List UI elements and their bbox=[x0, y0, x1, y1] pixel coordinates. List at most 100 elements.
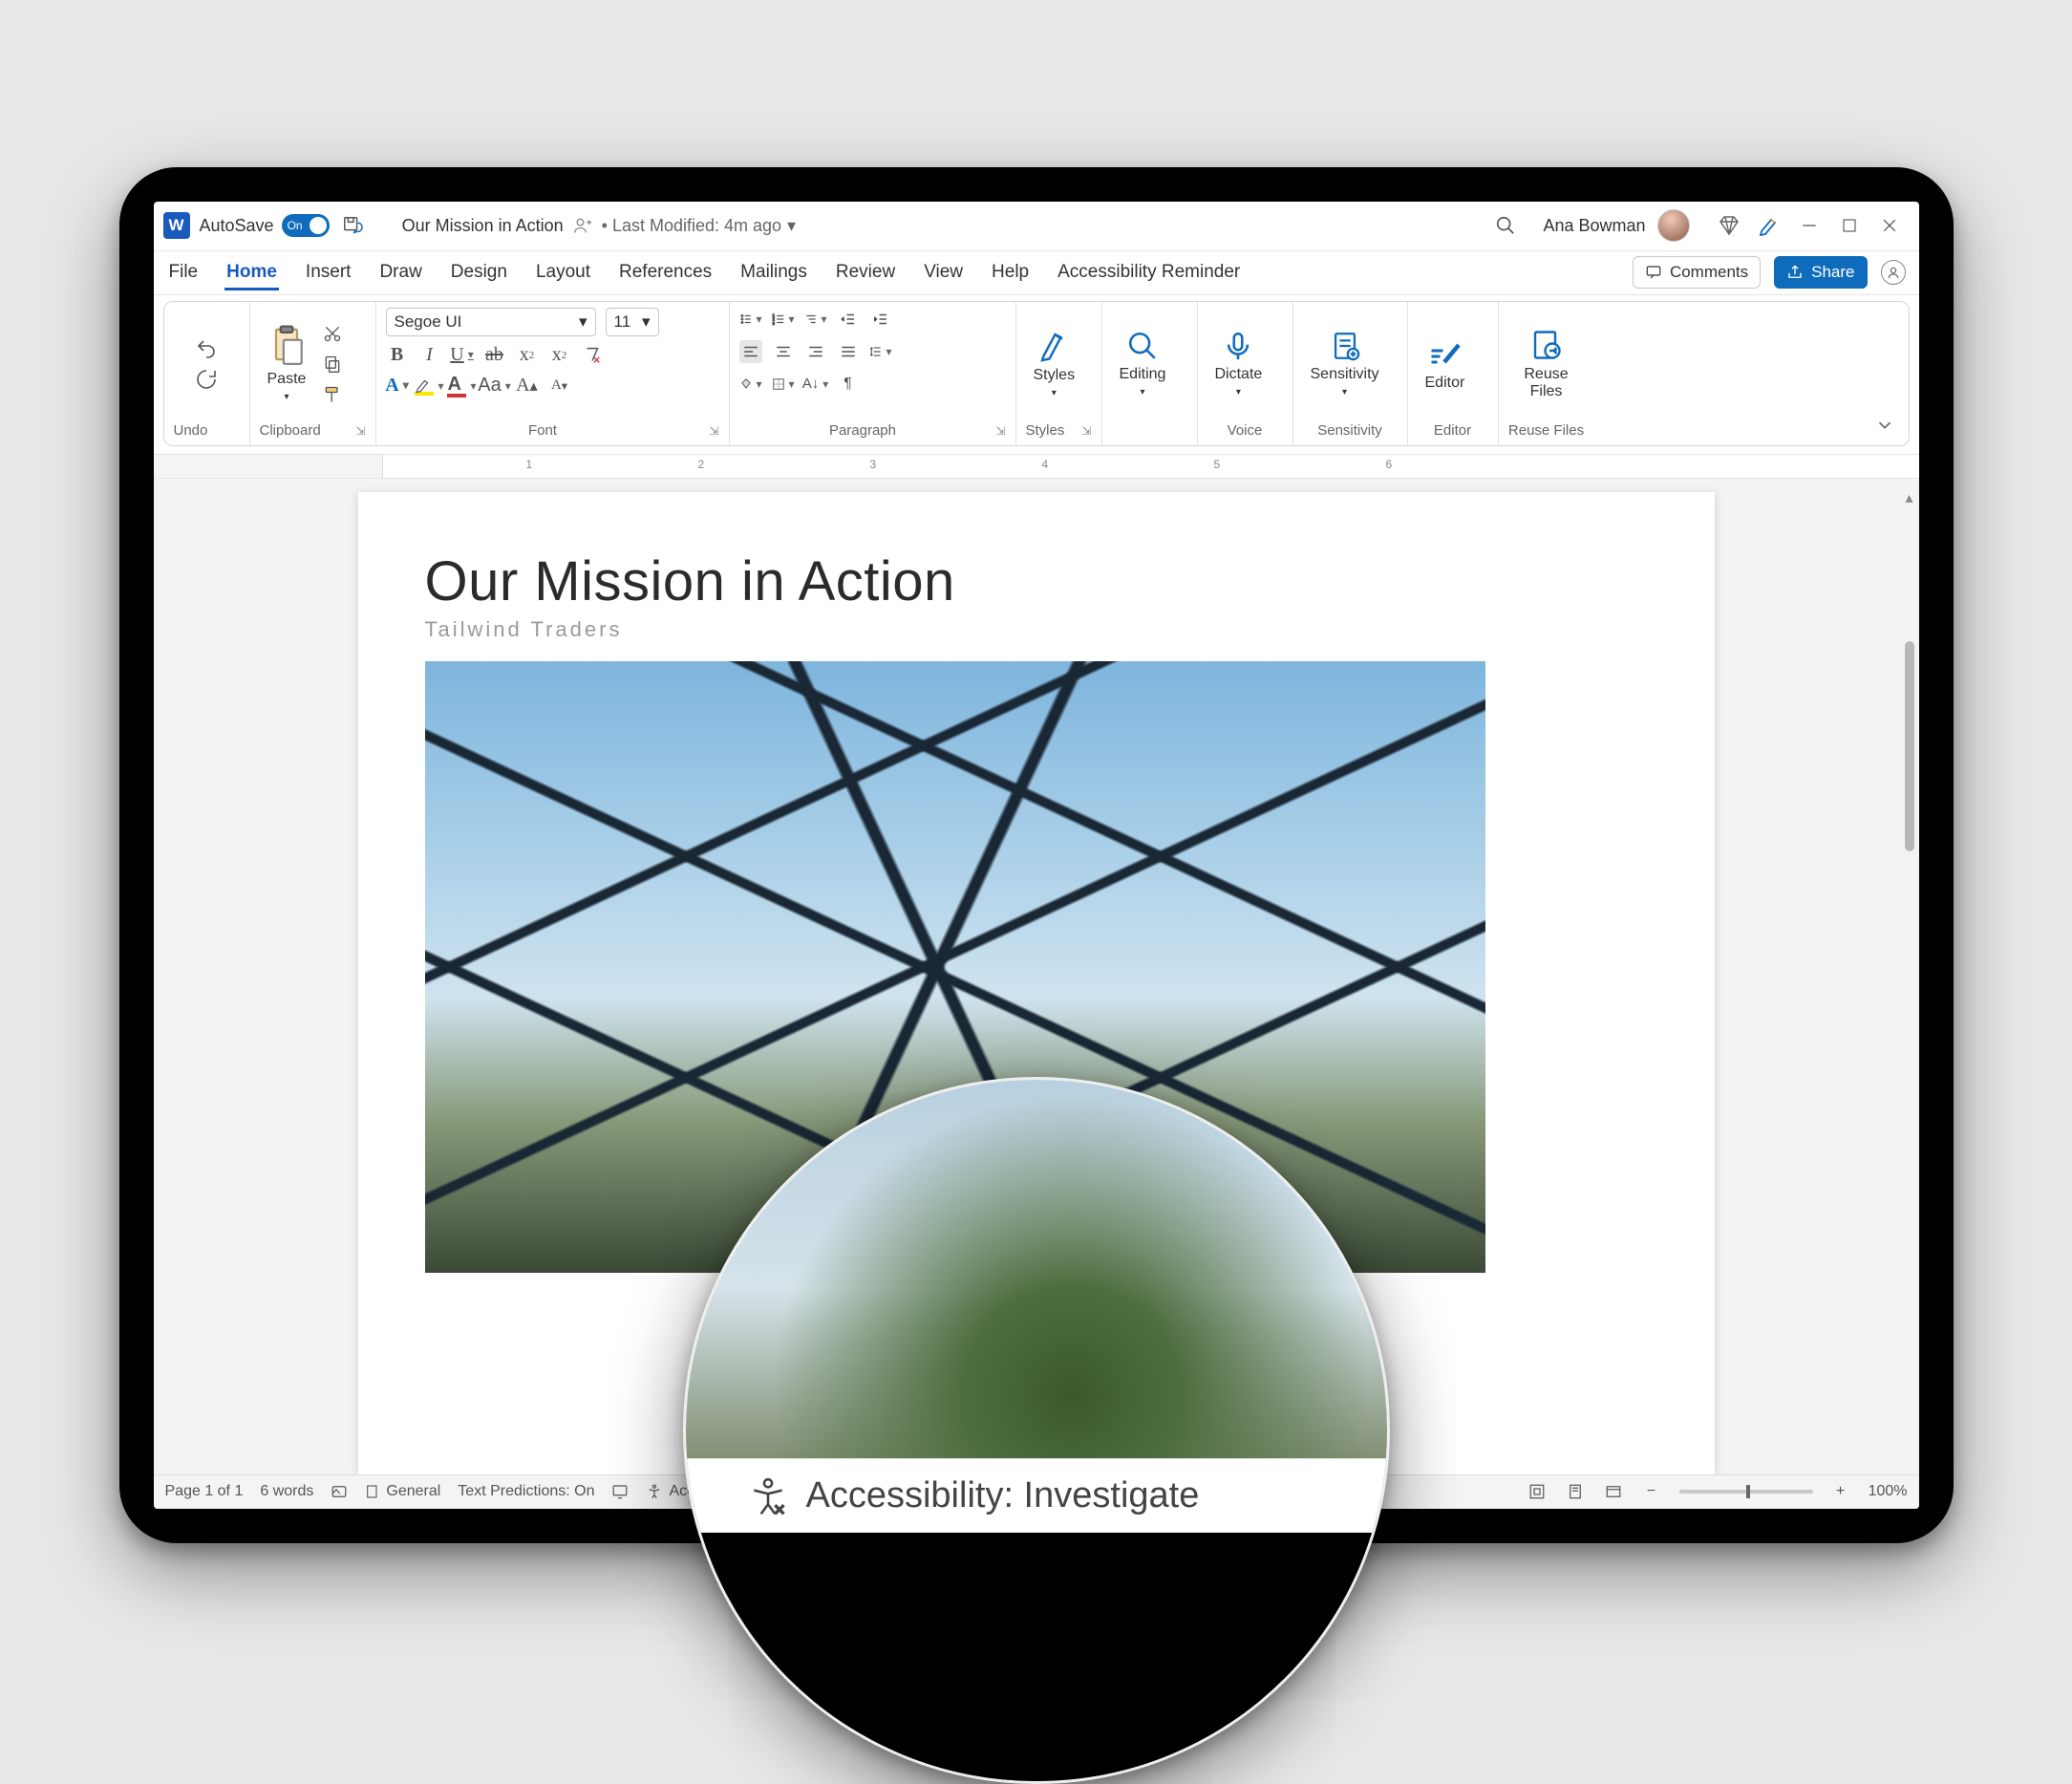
paragraph-launcher-icon[interactable]: ⇲ bbox=[995, 424, 1005, 438]
font-name-select[interactable]: Segoe UI▾ bbox=[386, 308, 596, 336]
print-layout-icon[interactable] bbox=[1565, 1481, 1586, 1502]
highlight-button[interactable] bbox=[418, 375, 441, 398]
font-launcher-icon[interactable]: ⇲ bbox=[709, 424, 718, 438]
clear-formatting-button[interactable] bbox=[581, 344, 604, 367]
document-title[interactable]: Our Mission in Action bbox=[402, 216, 564, 236]
status-predictions[interactable]: Text Predictions: On bbox=[458, 1483, 594, 1500]
shrink-font-button[interactable]: A▾ bbox=[548, 375, 571, 398]
bold-button[interactable]: B bbox=[386, 344, 409, 367]
zoom-in-button[interactable]: + bbox=[1830, 1481, 1851, 1502]
tab-review[interactable]: Review bbox=[834, 254, 897, 290]
strikethrough-button[interactable]: ab bbox=[483, 344, 506, 367]
font-color-button[interactable]: A bbox=[451, 375, 474, 398]
justify-button[interactable] bbox=[837, 340, 860, 363]
styles-launcher-icon[interactable]: ⇲ bbox=[1081, 424, 1091, 438]
align-right-button[interactable] bbox=[804, 340, 827, 363]
underline-button[interactable]: U bbox=[451, 344, 474, 367]
ruler-ticks: 1 2 3 4 5 6 bbox=[383, 455, 1881, 478]
shading-button[interactable] bbox=[739, 373, 762, 396]
diamond-premium-icon[interactable] bbox=[1709, 205, 1749, 246]
group-font: Segoe UI▾ 11▾ B I U ab x2 x2 A bbox=[376, 302, 730, 445]
web-layout-icon[interactable] bbox=[1603, 1481, 1624, 1502]
vertical-scrollbar[interactable]: ▴ bbox=[1902, 488, 1917, 1465]
subscript-button[interactable]: x2 bbox=[516, 344, 539, 367]
comments-button[interactable]: Comments bbox=[1633, 256, 1761, 289]
scrollbar-thumb[interactable] bbox=[1905, 641, 1914, 851]
font-size-select[interactable]: 11▾ bbox=[606, 308, 659, 336]
ribbon: Undo Paste ▾ Clipboard⇲ bbox=[163, 301, 1910, 446]
status-sensitivity[interactable]: General bbox=[365, 1483, 440, 1500]
tab-view[interactable]: View bbox=[922, 254, 965, 290]
tab-mailings[interactable]: Mailings bbox=[738, 254, 809, 290]
sensitivity-button[interactable]: Sensitivity▾ bbox=[1303, 326, 1387, 401]
tab-help[interactable]: Help bbox=[990, 254, 1031, 290]
format-painter-button[interactable] bbox=[321, 383, 344, 406]
search-icon[interactable] bbox=[1495, 215, 1516, 236]
status-words[interactable]: 6 words bbox=[260, 1483, 313, 1500]
minimize-button[interactable] bbox=[1789, 205, 1829, 246]
tab-insert[interactable]: Insert bbox=[304, 254, 353, 290]
maximize-button[interactable] bbox=[1829, 205, 1869, 246]
superscript-button[interactable]: x2 bbox=[548, 344, 571, 367]
account-button[interactable]: Ana Bowman bbox=[1543, 209, 1689, 242]
styles-button[interactable]: Styles▾ bbox=[1026, 325, 1083, 402]
group-reuse: Reuse Files Reuse Files bbox=[1499, 302, 1594, 445]
scroll-up-icon[interactable]: ▴ bbox=[1905, 488, 1912, 507]
status-page[interactable]: Page 1 of 1 bbox=[165, 1483, 244, 1500]
undo-button[interactable] bbox=[195, 337, 218, 360]
sort-button[interactable]: A↓ bbox=[804, 373, 827, 396]
save-sync-icon[interactable] bbox=[341, 214, 364, 237]
ruler-margin bbox=[154, 455, 383, 478]
zoom-slider[interactable] bbox=[1679, 1490, 1813, 1494]
document-subheading[interactable]: Tailwind Traders bbox=[425, 617, 1648, 642]
coming-soon-icon[interactable] bbox=[1749, 205, 1789, 246]
group-voice: Dictate▾ Voice bbox=[1198, 302, 1293, 445]
cut-button[interactable] bbox=[321, 322, 344, 345]
copy-button[interactable] bbox=[321, 353, 344, 376]
increase-indent-button[interactable] bbox=[869, 308, 892, 331]
align-left-button[interactable] bbox=[739, 340, 762, 363]
close-button[interactable] bbox=[1869, 205, 1910, 246]
horizontal-ruler[interactable]: 1 2 3 4 5 6 bbox=[154, 454, 1919, 479]
tab-home[interactable]: Home bbox=[224, 254, 279, 290]
tab-draw[interactable]: Draw bbox=[377, 254, 423, 290]
zoom-level[interactable]: 100% bbox=[1869, 1483, 1908, 1500]
reuse-files-button[interactable]: Reuse Files bbox=[1508, 324, 1585, 404]
change-case-button[interactable]: Aa bbox=[483, 375, 506, 398]
tab-file[interactable]: File bbox=[167, 254, 201, 290]
share-button[interactable]: Share bbox=[1774, 256, 1867, 289]
presence-icon[interactable] bbox=[573, 216, 592, 235]
grow-font-button[interactable]: A▴ bbox=[516, 375, 539, 398]
focus-mode-icon[interactable] bbox=[1527, 1481, 1548, 1502]
dictate-button[interactable]: Dictate▾ bbox=[1207, 326, 1271, 401]
tab-design[interactable]: Design bbox=[449, 254, 509, 290]
status-display-icon[interactable] bbox=[611, 1483, 629, 1500]
borders-button[interactable] bbox=[772, 373, 795, 396]
autosave-toggle[interactable]: On bbox=[282, 214, 330, 237]
account-manager-icon[interactable] bbox=[1881, 260, 1906, 285]
tab-layout[interactable]: Layout bbox=[534, 254, 592, 290]
tab-references[interactable]: References bbox=[617, 254, 714, 290]
bullets-button[interactable] bbox=[739, 308, 762, 331]
show-marks-button[interactable]: ¶ bbox=[837, 373, 860, 396]
zoom-out-button[interactable]: − bbox=[1641, 1481, 1662, 1502]
clipboard-launcher-icon[interactable]: ⇲ bbox=[355, 424, 365, 438]
document-heading[interactable]: Our Mission in Action bbox=[425, 549, 1648, 613]
text-effects-button[interactable]: A bbox=[386, 375, 409, 398]
ribbon-collapse-icon[interactable] bbox=[1874, 415, 1895, 436]
multilevel-button[interactable] bbox=[804, 308, 827, 331]
ribbon-tabs: File Home Insert Draw Design Layout Refe… bbox=[154, 251, 1919, 295]
editor-button[interactable]: Editor bbox=[1418, 333, 1473, 396]
italic-button[interactable]: I bbox=[418, 344, 441, 367]
decrease-indent-button[interactable] bbox=[837, 308, 860, 331]
magnifier-callout: Accessibility: Investigate bbox=[683, 1077, 1390, 1784]
tab-accessibility-reminder[interactable]: Accessibility Reminder bbox=[1056, 254, 1242, 290]
numbering-button[interactable]: 123 bbox=[772, 308, 795, 331]
redo-button[interactable] bbox=[195, 368, 218, 391]
align-center-button[interactable] bbox=[772, 340, 795, 363]
paste-button[interactable]: Paste ▾ bbox=[260, 321, 314, 406]
status-language-icon[interactable] bbox=[331, 1483, 348, 1500]
line-spacing-button[interactable] bbox=[869, 340, 892, 363]
editing-button[interactable]: Editing▾ bbox=[1112, 326, 1174, 401]
last-modified[interactable]: • Last Modified: 4m ago ▾ bbox=[602, 216, 796, 236]
